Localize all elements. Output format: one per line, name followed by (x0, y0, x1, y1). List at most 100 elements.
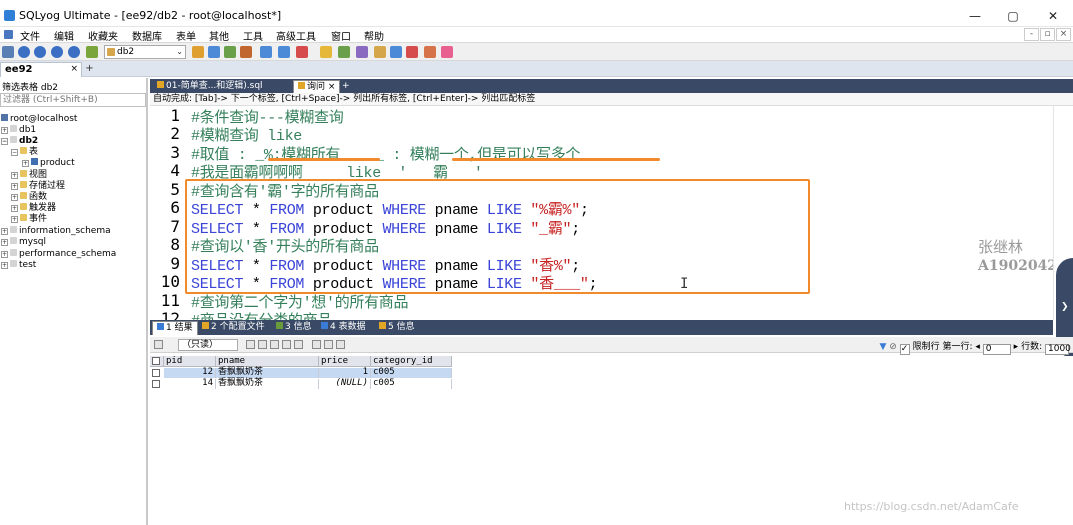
backup-icon[interactable] (86, 46, 98, 58)
collapse-icon[interactable]: − (11, 149, 18, 156)
menu-tools[interactable]: 工具 (243, 28, 263, 43)
tab-info[interactable]: 5 信息 (375, 321, 419, 335)
row-count-input[interactable]: 1000 (1045, 344, 1071, 355)
favorites-icon[interactable] (320, 46, 332, 58)
profiler-icon[interactable] (406, 46, 418, 58)
next-page-icon[interactable]: ▸ (1014, 342, 1019, 352)
execute-all-icon[interactable] (208, 46, 220, 58)
expand-icon[interactable]: + (1, 127, 8, 134)
readonly-select[interactable]: （只读） (178, 339, 238, 351)
paste-row-icon[interactable] (258, 340, 267, 349)
expand-icon[interactable]: + (11, 194, 18, 201)
query-builder-icon[interactable] (278, 46, 290, 58)
add-query-tab-button[interactable]: + (338, 80, 354, 93)
expand-icon[interactable]: + (11, 183, 18, 190)
cell-price[interactable]: (NULL) (319, 379, 371, 389)
search-icon[interactable] (441, 46, 453, 58)
select-all-checkbox[interactable] (152, 357, 160, 365)
tab-messages[interactable]: 3 信息 (272, 321, 316, 335)
cell-pid[interactable]: 12 (164, 368, 216, 378)
delete-row-icon[interactable] (270, 340, 279, 349)
execute-query-icon[interactable] (192, 46, 204, 58)
expand-icon[interactable]: + (11, 216, 18, 223)
clear-filter-icon[interactable]: ⊘ (889, 342, 897, 352)
table-data-icon[interactable] (260, 46, 272, 58)
tree-db1[interactable]: + db1 (1, 125, 36, 136)
tree-test[interactable]: + test (1, 260, 36, 271)
tree-events-folder[interactable]: + 事件 (11, 214, 47, 225)
filter-input[interactable] (0, 93, 146, 107)
tree-db2[interactable]: − db2 (1, 136, 38, 147)
mdi-restore-button[interactable]: ▫ (1040, 28, 1055, 41)
minimize-button[interactable]: — (958, 7, 992, 25)
tree-server[interactable]: root@localhost (1, 114, 77, 125)
menu-favorites[interactable]: 收藏夹 (88, 28, 118, 43)
cell-category-id[interactable]: c005 (371, 368, 452, 378)
menu-table[interactable]: 表单 (176, 28, 196, 43)
refresh-icon[interactable] (51, 46, 63, 58)
connect-icon[interactable] (18, 46, 30, 58)
tree-views-folder[interactable]: + 视图 (11, 170, 47, 181)
undo-icon[interactable] (294, 340, 303, 349)
expand-icon[interactable]: + (11, 205, 18, 212)
menu-help[interactable]: 帮助 (364, 28, 384, 43)
add-connection-button[interactable]: + (84, 63, 95, 75)
column-header-pid[interactable]: pid (164, 356, 216, 367)
menu-file[interactable]: 文件 (20, 28, 40, 43)
tree-information-schema[interactable]: + information_schema (1, 226, 111, 237)
new-connection-icon[interactable] (2, 46, 14, 58)
connection-tab-ee92[interactable]: ee92 × (0, 62, 82, 77)
tree-tables-folder[interactable]: − 表 (11, 147, 38, 158)
first-row-input[interactable]: 0 (982, 344, 1011, 355)
expand-icon[interactable]: + (1, 262, 8, 269)
column-header-category-id[interactable]: category_id (371, 356, 452, 367)
expand-icon[interactable]: + (1, 251, 8, 258)
import-icon[interactable] (374, 46, 386, 58)
menu-database[interactable]: 数据库 (132, 28, 162, 43)
save-icon[interactable] (282, 340, 291, 349)
tab-table-data[interactable]: 4 表数据 (317, 321, 370, 335)
expand-icon[interactable]: + (1, 228, 8, 235)
tree-mysql[interactable]: + mysql (1, 237, 46, 248)
notification-icon[interactable] (424, 46, 436, 58)
copy-row-icon[interactable] (246, 340, 255, 349)
menu-edit[interactable]: 编辑 (54, 28, 74, 43)
collapse-icon[interactable]: − (1, 138, 8, 145)
tree-performance-schema[interactable]: + performance_schema (1, 249, 116, 260)
schema-icon[interactable] (68, 46, 80, 58)
stop-query-icon[interactable] (224, 46, 236, 58)
cell-pname[interactable]: 香飘飘奶茶 (216, 368, 319, 378)
mdi-minimize-button[interactable]: - (1024, 28, 1039, 41)
form-mode-icon[interactable] (324, 340, 333, 349)
disconnect-icon[interactable] (34, 46, 46, 58)
cell-pid[interactable]: 14 (164, 379, 216, 389)
schema-designer-icon[interactable] (296, 46, 308, 58)
mdi-close-button[interactable]: × (1056, 28, 1071, 41)
format-query-icon[interactable] (240, 46, 252, 58)
column-header-pname[interactable]: pname (216, 356, 319, 367)
tree-triggers-folder[interactable]: + 触发器 (11, 203, 56, 214)
tree-functions-folder[interactable]: + 函数 (11, 192, 47, 203)
close-button[interactable]: ✕ (1036, 7, 1070, 25)
grid-view-icon[interactable] (154, 340, 163, 349)
expand-icon[interactable]: + (1, 239, 8, 246)
sync-icon[interactable] (338, 46, 350, 58)
menu-advanced-tools[interactable]: 高级工具 (276, 28, 316, 43)
menu-others[interactable]: 其他 (209, 28, 229, 43)
tree-table-product[interactable]: + product (22, 158, 75, 169)
database-select[interactable]: db2 ⌄ (104, 45, 186, 59)
menu-window[interactable]: 窗口 (331, 28, 351, 43)
cell-category-id[interactable]: c005 (371, 379, 452, 389)
limit-rows-checkbox[interactable]: ✓ (899, 344, 910, 355)
cell-price[interactable]: 1 (319, 368, 371, 378)
tab-sql-file[interactable]: 01-简单查...和逻辑).sql (153, 80, 267, 93)
column-header-price[interactable]: price (319, 356, 371, 367)
job-icon[interactable] (356, 46, 368, 58)
grid-mode-icon[interactable] (312, 340, 321, 349)
text-mode-icon[interactable] (336, 340, 345, 349)
tree-procedures-folder[interactable]: + 存储过程 (11, 181, 65, 192)
row-checkbox[interactable] (152, 369, 160, 377)
close-icon[interactable]: × (328, 82, 336, 92)
cell-pname[interactable]: 香飘飘奶茶 (216, 379, 319, 389)
select-all-header[interactable] (150, 356, 164, 367)
